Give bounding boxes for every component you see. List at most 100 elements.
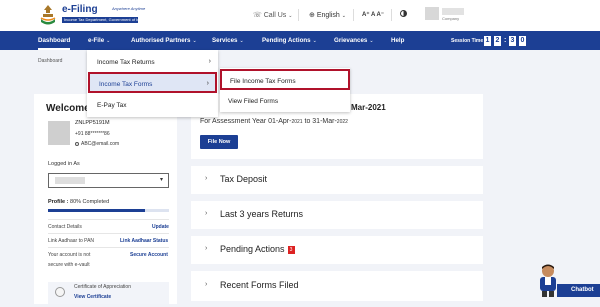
chevron-down-icon: ⌄ bbox=[341, 13, 346, 19]
secure-account-link[interactable]: Secure Account bbox=[130, 252, 168, 258]
profile-progress-bar bbox=[48, 209, 169, 212]
profile-photo bbox=[48, 121, 70, 145]
chevron-down-icon: ⌄ bbox=[369, 38, 374, 44]
nav-label: Authorised Partners bbox=[131, 37, 191, 44]
nav-dashboard[interactable]: Dashboard bbox=[38, 31, 71, 50]
company-label: Company bbox=[442, 16, 460, 21]
chevron-right-icon: › bbox=[208, 58, 211, 65]
menu-item-income-tax-returns[interactable]: Income Tax Returns › bbox=[88, 52, 217, 73]
chevron-down-icon: ⌄ bbox=[312, 38, 317, 44]
language-label: English bbox=[316, 12, 340, 19]
chevron-down-icon: ⌄ bbox=[239, 38, 244, 44]
accordion-label: Last 3 years Returns bbox=[220, 209, 304, 219]
nav-label: Help bbox=[391, 37, 405, 44]
certificate-icon bbox=[55, 287, 65, 297]
language-selector[interactable]: ⊕ English ⌄ bbox=[309, 11, 346, 19]
profile-value: 80% Completed bbox=[70, 199, 110, 205]
pending-count-badge: 3 bbox=[287, 246, 295, 254]
brand-title[interactable]: e-Filing bbox=[62, 4, 98, 15]
session-digit: 1 bbox=[484, 36, 491, 46]
avatar[interactable] bbox=[425, 7, 439, 20]
font-size-controls[interactable]: A⁺ A A⁻ bbox=[362, 11, 384, 18]
menu-item-file-income-tax-forms[interactable]: File Income Tax Forms bbox=[220, 69, 350, 90]
main-nav: Dashboard e-File ⌄ Authorised Partners ⌄ S… bbox=[0, 31, 600, 50]
session-colon: : bbox=[504, 37, 507, 44]
session-digit: 2 bbox=[494, 36, 501, 46]
certificate-label: Certificate of Appreciation bbox=[74, 284, 131, 290]
email-text: ABC@email.com bbox=[81, 141, 120, 147]
assessment-year-line: For Assessment Year 01-Apr-2021 to 31-Ma… bbox=[200, 118, 348, 125]
accordion-pending-actions[interactable]: › Pending Actions 3 bbox=[191, 236, 483, 264]
ay-year-start: 2021 bbox=[291, 119, 303, 125]
nav-authorised-partners[interactable]: Authorised Partners ⌄ bbox=[131, 31, 197, 50]
call-us-link[interactable]: ☏ Call Us ⌄ bbox=[253, 11, 292, 19]
breadcrumb[interactable]: Dashboard bbox=[38, 58, 62, 64]
session-digit: 3 bbox=[509, 36, 516, 46]
divider bbox=[48, 233, 169, 234]
efile-dropdown-menu: Income Tax Returns › Income Tax Forms › E-… bbox=[87, 50, 218, 117]
link-aadhaar-status-link[interactable]: Link Aadhaar Status bbox=[120, 238, 168, 244]
contact-details-label: Contact Details bbox=[48, 224, 82, 230]
profile-progress-fill bbox=[48, 209, 145, 212]
email-icon bbox=[75, 141, 79, 146]
nav-grievances[interactable]: Grievances ⌄ bbox=[334, 31, 374, 50]
logged-in-as-select[interactable]: ▾ bbox=[48, 173, 169, 188]
profile-completion: Profile : 80% Completed bbox=[48, 199, 109, 205]
accordion-recent-forms-filed[interactable]: › Recent Forms Filed bbox=[191, 271, 483, 301]
divider bbox=[48, 219, 169, 220]
ay-mid: to 31-Mar- bbox=[302, 118, 337, 125]
accordion-label: Recent Forms Filed bbox=[220, 280, 299, 290]
email-address: ABC@email.com bbox=[75, 141, 119, 147]
menu-item-label: View Filed Forms bbox=[228, 98, 279, 105]
menu-item-label: E-Pay Tax bbox=[97, 102, 127, 109]
accordion-label: Tax Deposit bbox=[220, 174, 268, 184]
chatbot-button[interactable]: Chatbot bbox=[557, 284, 600, 297]
nav-label: e-File bbox=[88, 37, 105, 44]
ay-year-end: 2022 bbox=[336, 119, 348, 125]
menu-item-view-filed-forms[interactable]: View Filed Forms bbox=[220, 91, 350, 112]
nav-label: Dashboard bbox=[38, 37, 71, 44]
divider bbox=[353, 9, 354, 21]
ay-prefix: For Assessment Year 01-Apr- bbox=[200, 118, 292, 125]
chevron-down-icon: ⌄ bbox=[288, 13, 293, 19]
nav-label: Pending Actions bbox=[262, 37, 311, 44]
phone-number: +91 88*******86 bbox=[75, 131, 110, 137]
update-contact-link[interactable]: Update bbox=[152, 224, 169, 230]
chevron-down-icon: ⌄ bbox=[192, 38, 197, 44]
national-emblem-logo bbox=[37, 3, 59, 28]
accordion-last-3-years-returns[interactable]: › Last 3 years Returns bbox=[191, 201, 483, 229]
file-now-button[interactable]: File Now bbox=[200, 135, 238, 149]
link-aadhaar-label: Link Aadhaar to PAN bbox=[48, 238, 95, 244]
chevron-right-icon: › bbox=[205, 210, 208, 217]
income-tax-forms-submenu: File Income Tax Forms View Filed Forms bbox=[220, 68, 350, 112]
chevron-down-icon: ⌄ bbox=[106, 38, 111, 44]
accordion-tax-deposit[interactable]: › Tax Deposit bbox=[191, 166, 483, 194]
view-certificate-link[interactable]: View Certificate bbox=[74, 294, 111, 300]
menu-item-income-tax-forms[interactable]: Income Tax Forms › bbox=[88, 72, 217, 93]
secure-account-label-line2: secure with e-vault bbox=[48, 262, 90, 268]
call-us-label: Call Us bbox=[263, 12, 287, 19]
chevron-right-icon: › bbox=[205, 281, 208, 288]
nav-help[interactable]: Help bbox=[391, 31, 404, 50]
nav-pending-actions[interactable]: Pending Actions ⌄ bbox=[262, 31, 317, 50]
nav-label: Services bbox=[212, 37, 238, 44]
user-name-redacted bbox=[442, 8, 464, 15]
nav-services[interactable]: Services ⌄ bbox=[212, 31, 244, 50]
selected-value-redacted bbox=[55, 177, 85, 184]
header: e-Filing Anywhere Anytime Income Tax Dep… bbox=[0, 0, 600, 31]
menu-item-e-pay-tax[interactable]: E-Pay Tax bbox=[88, 95, 217, 116]
divider bbox=[298, 9, 299, 21]
nav-efile[interactable]: e-File ⌄ bbox=[88, 31, 110, 50]
accordion-label: Pending Actions 3 bbox=[220, 244, 295, 254]
menu-item-label: Income Tax Forms bbox=[99, 81, 153, 88]
menu-item-label: File Income Tax Forms bbox=[230, 78, 296, 85]
chevron-right-icon: › bbox=[205, 245, 208, 252]
phone-icon: ☏ bbox=[253, 12, 262, 19]
globe-icon: ⊕ bbox=[309, 12, 315, 19]
divider bbox=[391, 9, 392, 21]
session-time-label: Session Time bbox=[451, 38, 484, 44]
profile-label: Profile : bbox=[48, 199, 69, 205]
contrast-icon[interactable] bbox=[400, 10, 407, 17]
brand-tagline: Anywhere Anytime bbox=[112, 6, 146, 11]
logged-in-label: Logged in As bbox=[48, 161, 80, 167]
